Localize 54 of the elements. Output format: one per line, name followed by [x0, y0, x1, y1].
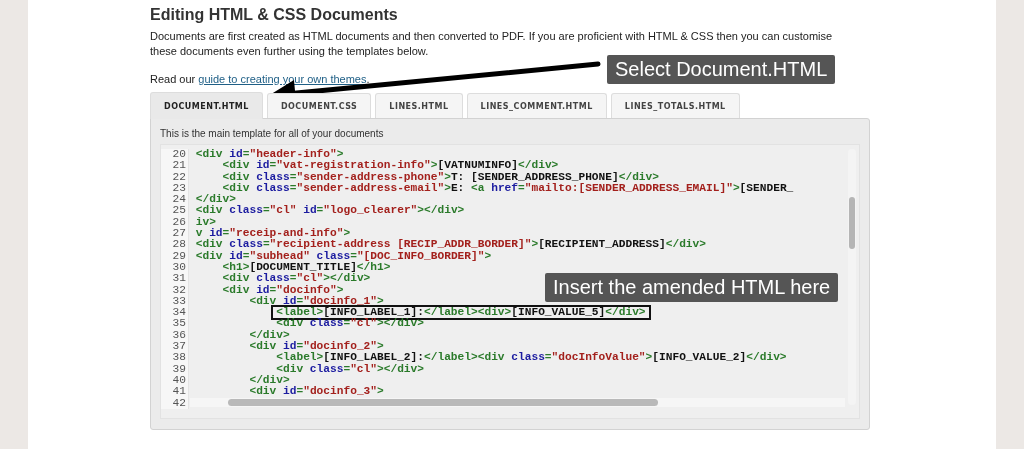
code-line: <div class="cl"></div>	[222, 273, 371, 285]
period-text: .	[366, 73, 370, 85]
line-number: 42	[161, 397, 189, 409]
code-line: <h1>[DOCUMENT_TITLE]</h1>	[222, 261, 391, 274]
line-number: 32	[161, 284, 189, 296]
line-number: 31	[161, 273, 189, 285]
line-number: 35	[161, 318, 189, 330]
highlighted-code-line: <label>[INFO_LABEL_1]:</label><div>[INFO_VALUE_5]</div>	[273, 307, 649, 319]
code-line: <div id="vat-registration-info">[VATNUMINFO]</div>	[222, 160, 559, 172]
code-line: <div id="docinfo_2">	[249, 341, 384, 353]
line-number: 21	[161, 160, 189, 172]
line-number: 41	[161, 386, 189, 398]
annotation-callout: Select Document.HTML	[607, 55, 836, 84]
line-number: 27	[161, 228, 189, 240]
file-tab[interactable]: LINES_COMMENT.HTML	[466, 93, 607, 118]
code-line: </div>	[195, 194, 236, 206]
line-number: 39	[161, 363, 189, 375]
code-line: <label>[INFO_LABEL_2]:</label><div class="docInfoValue">[INFO_VALUE_2]</div>	[276, 352, 787, 364]
line-number: 34	[161, 307, 189, 319]
file-tab[interactable]: DOCUMENT.HTML	[150, 92, 263, 119]
line-number: 22	[161, 171, 189, 183]
annotation-callout: Insert the amended HTML here	[545, 273, 839, 302]
code-line: <div id="docinfo_1">	[249, 295, 384, 307]
code-line: </div>	[249, 374, 290, 386]
code-line: <div id="docinfo">	[222, 284, 344, 296]
scroll-thumb[interactable]	[849, 197, 855, 249]
line-number: 28	[161, 239, 189, 251]
section-heading: Editing HTML & CSS Documents	[150, 6, 399, 24]
line-number: 37	[161, 341, 189, 353]
vertical-scrollbar[interactable]	[848, 149, 856, 405]
file-tab[interactable]: LINES_TOTALS.HTML	[610, 93, 740, 118]
line-number: 29	[161, 250, 189, 262]
panel-caption: This is the main template for all of your documents	[160, 128, 385, 139]
code-line: <div class="sender-address-email">E: <a href="mailto:[SENDER_ADDRESS_EMAIL]">[SENDER_	[222, 182, 794, 194]
line-number: 38	[161, 352, 189, 364]
code-line: <div class="sender-address-phone">T: [SENDER_ADDRESS_PHONE]</div>	[222, 171, 659, 183]
code-line: iv>	[195, 216, 216, 228]
code-line: <div class="cl" id="logo_clearer"></div>	[195, 205, 465, 217]
code-line: <div id="header-info">	[195, 149, 344, 160]
code-line: <div id="docinfo_3">	[249, 386, 384, 398]
file-tab[interactable]: LINES.HTML	[375, 93, 463, 118]
horizontal-scrollbar[interactable]	[190, 398, 845, 407]
code-line: <div class="cl"></div>	[276, 318, 424, 330]
code-line: </div>	[249, 329, 290, 341]
line-number: 25	[161, 205, 189, 217]
code-line: <div class="recipient-address [RECIP_ADDR_BORDER]">[RECIPIENT_ADDRESS]</div>	[195, 239, 706, 251]
scroll-thumb[interactable]	[228, 399, 658, 406]
code-line: <div id="subhead" class="[DOC_INFO_BORDER]">	[195, 250, 492, 262]
read-our-text: Read our	[150, 73, 197, 85]
code-line: <div class="cl"></div>	[276, 363, 424, 375]
code-line: v id="receip-and-info">	[195, 228, 351, 240]
line-number: 20	[161, 149, 189, 161]
file-tab[interactable]: DOCUMENT.CSS	[266, 93, 372, 118]
line-number: 24	[161, 194, 189, 206]
